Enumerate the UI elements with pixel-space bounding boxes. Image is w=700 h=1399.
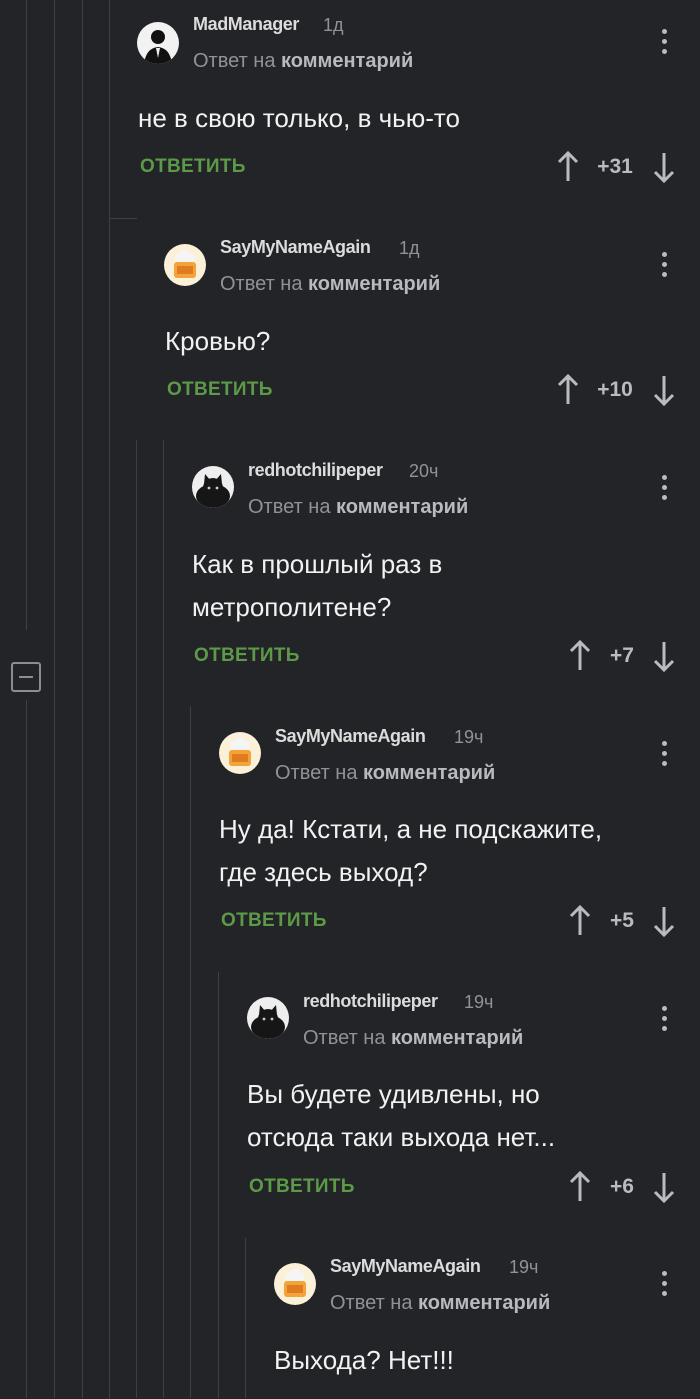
chef-avatar[interactable]: [274, 1263, 316, 1305]
upvote-arrow-icon[interactable]: [556, 151, 580, 183]
comment-text: Как в прошлый раз в метрополитене?: [192, 543, 442, 629]
downvote-arrow-icon[interactable]: [652, 640, 676, 672]
thread-branch: [245, 1238, 246, 1398]
comment-text-line: Вы будете удивлены, но: [247, 1079, 540, 1109]
upvote-arrow-icon[interactable]: [568, 905, 592, 937]
chef-avatar[interactable]: [219, 732, 261, 774]
more-options-icon[interactable]: [660, 1006, 668, 1036]
comment-score: +6: [610, 1175, 634, 1198]
comment-author[interactable]: SayMyNameAgain: [275, 726, 426, 747]
comment-text-line: метрополитене?: [192, 592, 392, 622]
reply-button[interactable]: ОТВЕТИТЬ: [221, 910, 327, 932]
reply-to-prefix: Ответ на: [275, 762, 358, 784]
reply-to-link[interactable]: Ответ на комментарий: [193, 50, 413, 73]
thread-branch: [136, 440, 164, 1398]
reply-to-target[interactable]: комментарий: [336, 496, 468, 518]
comment-author[interactable]: redhotchilipeper: [303, 991, 438, 1012]
comment-text-line: не в свою только, в чью-то: [138, 103, 460, 133]
upvote-arrow-icon[interactable]: [568, 1171, 592, 1203]
reply-to-prefix: Ответ на: [303, 1027, 386, 1049]
thread-line: [54, 0, 55, 1398]
downvote-arrow-icon[interactable]: [652, 374, 676, 406]
comment-text-line: Как в прошлый раз в: [192, 549, 443, 579]
more-options-icon[interactable]: [660, 741, 668, 771]
downvote-arrow-icon[interactable]: [652, 1171, 676, 1203]
thread-branch: [163, 440, 164, 1398]
comment-author[interactable]: MadManager: [193, 14, 299, 35]
comment-time: 19ч: [509, 1257, 539, 1277]
comment-score: +7: [610, 644, 634, 667]
comment-text: Вы будете удивлены, но отсюда таки выход…: [247, 1073, 555, 1159]
comment-text: Ну да! Кстати, а не подскажите, где здес…: [219, 808, 602, 894]
comment-text-line: где здесь выход?: [219, 857, 428, 887]
more-options-icon[interactable]: [660, 29, 668, 59]
reply-button[interactable]: ОТВЕТИТЬ: [249, 1176, 355, 1198]
upvote-arrow-icon[interactable]: [568, 640, 592, 672]
thread-branch: [218, 972, 219, 1398]
downvote-arrow-icon[interactable]: [652, 905, 676, 937]
reply-to-link[interactable]: Ответ на комментарий: [303, 1027, 523, 1050]
comment-text-line: Кровью?: [165, 326, 271, 356]
thread-branch: [190, 706, 191, 1398]
comment-text-line: отсюда таки выхода нет...: [247, 1122, 556, 1152]
reply-to-prefix: Ответ на: [330, 1292, 413, 1314]
upvote-arrow-icon[interactable]: [556, 374, 580, 406]
reply-button[interactable]: ОТВЕТИТЬ: [194, 645, 300, 667]
reply-to-prefix: Ответ на: [193, 50, 276, 72]
man-in-suit-avatar[interactable]: [137, 22, 179, 64]
comment-text: Выхода? Нет!!!: [274, 1339, 454, 1382]
comment-text-line: Выхода? Нет!!!: [274, 1345, 454, 1375]
comment-time: 20ч: [409, 461, 439, 481]
collapse-thread-button[interactable]: [11, 662, 41, 692]
reply-button[interactable]: ОТВЕТИТЬ: [140, 156, 246, 178]
thread-line: [26, 0, 27, 630]
reply-to-target[interactable]: комментарий: [308, 273, 440, 295]
comment-author[interactable]: redhotchilipeper: [248, 460, 383, 481]
more-options-icon[interactable]: [660, 1271, 668, 1301]
black-cat-avatar[interactable]: [192, 466, 234, 508]
reply-to-target[interactable]: комментарий: [281, 50, 413, 72]
reply-to-target[interactable]: комментарий: [363, 762, 495, 784]
reply-to-prefix: Ответ на: [220, 273, 303, 295]
reply-button[interactable]: ОТВЕТИТЬ: [167, 379, 273, 401]
reply-to-link[interactable]: Ответ на комментарий: [275, 762, 495, 785]
more-options-icon[interactable]: [660, 252, 668, 282]
comment-text-line: Ну да! Кстати, а не подскажите,: [219, 814, 603, 844]
comment-text: не в свою только, в чью-то: [138, 97, 460, 140]
comment-text: Кровью?: [165, 320, 270, 363]
comment-author[interactable]: SayMyNameAgain: [330, 1256, 481, 1277]
reply-to-link[interactable]: Ответ на комментарий: [330, 1292, 550, 1315]
black-cat-avatar[interactable]: [247, 997, 289, 1039]
comment-time: 1д: [323, 15, 344, 35]
reply-to-target[interactable]: комментарий: [391, 1027, 523, 1049]
thread-line: [82, 0, 83, 1398]
comment-score: +10: [597, 378, 633, 401]
comment-time: 1д: [399, 238, 420, 258]
comment-author[interactable]: SayMyNameAgain: [220, 237, 371, 258]
reply-to-target[interactable]: комментарий: [418, 1292, 550, 1314]
more-options-icon[interactable]: [660, 475, 668, 505]
reply-to-link[interactable]: Ответ на комментарий: [220, 273, 440, 296]
comment-time: 19ч: [454, 727, 484, 747]
thread-branch: [109, 218, 137, 1399]
comment-score: +5: [610, 909, 634, 932]
reply-to-prefix: Ответ на: [248, 496, 331, 518]
chef-avatar[interactable]: [164, 244, 206, 286]
reply-to-link[interactable]: Ответ на комментарий: [248, 496, 468, 519]
downvote-arrow-icon[interactable]: [652, 151, 676, 183]
comment-time: 19ч: [464, 992, 494, 1012]
thread-line: [26, 700, 27, 1398]
comment-score: +31: [597, 155, 633, 178]
